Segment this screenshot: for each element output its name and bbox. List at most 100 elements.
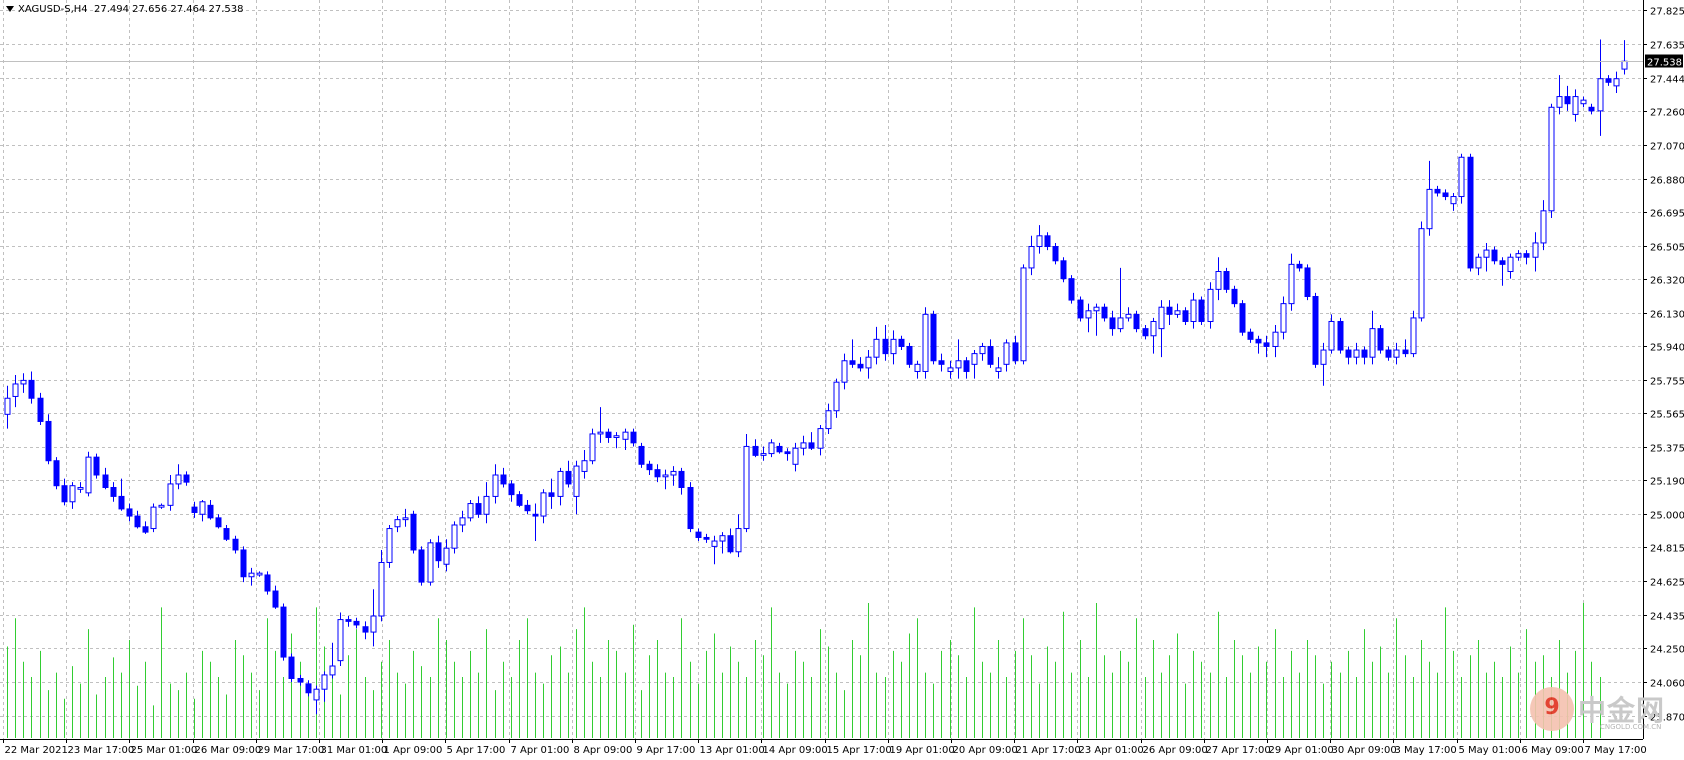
candle xyxy=(1337,317,1344,354)
candle-body-bull xyxy=(467,503,474,519)
time-label: 13 Apr 01:00 xyxy=(700,745,765,756)
candle xyxy=(1458,153,1465,204)
candle-body-bear xyxy=(1012,342,1019,362)
candle-body-bull xyxy=(4,397,11,415)
time-label: 3 May 17:00 xyxy=(1395,745,1457,756)
time-axis[interactable]: 22 Mar 2021 23 Mar 17:0025 Mar 01:0026 Ma… xyxy=(3,739,1647,756)
candle-body-bear xyxy=(207,504,214,519)
candle-body-bull xyxy=(1190,299,1197,322)
candle xyxy=(638,442,645,468)
candle-body-bull xyxy=(1003,342,1010,365)
candle-body-bull xyxy=(69,485,76,503)
candle-body-bull xyxy=(1117,317,1124,330)
candle-body-bull xyxy=(1085,310,1092,319)
candle-body-bear xyxy=(882,338,889,355)
candle-body-bull xyxy=(1125,313,1132,319)
candle-body-bull xyxy=(321,674,328,690)
time-label: 25 Mar 01:00 xyxy=(131,745,198,756)
candle-body-bear xyxy=(297,677,304,683)
candle-body-bull xyxy=(1280,303,1287,333)
time-label: 19 Apr 01:00 xyxy=(890,745,955,756)
candle-body-bull xyxy=(922,313,929,372)
time-label: 5 May 01:00 xyxy=(1459,745,1521,756)
candle-body-bear xyxy=(963,360,970,372)
price-label: 25.940 xyxy=(1650,343,1684,354)
candle-body-bull xyxy=(1450,196,1457,205)
candle-body-bear xyxy=(1231,288,1238,305)
candle-body-bull xyxy=(865,356,872,369)
candle-body-bear xyxy=(938,360,945,365)
price-label: 27.070 xyxy=(1650,142,1684,153)
candle xyxy=(467,499,474,522)
candle-body-bear xyxy=(1077,299,1084,319)
price-label: 26.880 xyxy=(1650,176,1684,187)
time-label: 23 Mar 17:00 xyxy=(68,745,135,756)
candle xyxy=(240,546,247,583)
candle-body-bear xyxy=(61,485,68,503)
candle xyxy=(1231,285,1238,308)
chart-menu-arrow-icon[interactable] xyxy=(6,6,14,12)
candle-body-bull xyxy=(1426,188,1433,230)
candle-body-bear xyxy=(646,463,653,471)
candle xyxy=(1020,264,1027,365)
candle-body-bear xyxy=(678,470,685,488)
candle-body-bull xyxy=(1572,96,1579,115)
candle-body-bull xyxy=(1540,210,1547,244)
candle-body-bear xyxy=(191,506,198,513)
candle-body-bear xyxy=(280,606,287,658)
candle xyxy=(264,571,271,595)
chart-window[interactable]: 27.825 27.635 27.444 27.260 27.070 26.880 26.6… xyxy=(0,0,1684,760)
candle xyxy=(45,414,52,465)
candle-body-bear xyxy=(264,574,271,592)
candle-body-bull xyxy=(1532,242,1539,258)
candle xyxy=(150,503,157,533)
candle-body-bull xyxy=(1020,267,1027,362)
candle-body-bear xyxy=(1385,349,1392,358)
candle-body-bull xyxy=(370,615,377,633)
candle-body-bull xyxy=(1621,60,1628,70)
candle-body-bull xyxy=(914,363,921,372)
candle xyxy=(1068,275,1075,304)
price-label: 24.815 xyxy=(1650,544,1684,555)
candle-body-bear xyxy=(410,513,417,551)
candle-body-bear xyxy=(1467,156,1474,269)
candle-body-bear xyxy=(353,620,360,626)
candle-body-bull xyxy=(995,367,1002,372)
current-price-tag: 27.538 xyxy=(1645,54,1683,69)
candle-body-bear xyxy=(703,536,710,540)
candle-body-bear xyxy=(240,549,247,578)
candle xyxy=(1548,103,1555,218)
candle-body-bull xyxy=(557,470,564,497)
candle-body-bear xyxy=(849,360,856,365)
candle-body-bull xyxy=(199,501,206,515)
candle-body-bull xyxy=(719,535,726,542)
candle-body-bear xyxy=(37,397,44,422)
candle-body-bear xyxy=(272,590,279,608)
candle-body-bear xyxy=(500,474,507,485)
candle xyxy=(1198,296,1205,326)
candle-body-bull xyxy=(1353,349,1360,358)
candle-body-bull xyxy=(1597,78,1604,112)
candle xyxy=(1410,310,1417,358)
candle-body-bull xyxy=(890,338,897,355)
ohlc-values: 27.494 27.656 27.464 27.538 xyxy=(94,4,244,15)
candle-body-bull xyxy=(1613,78,1620,87)
candle-body-bull xyxy=(1507,256,1514,273)
candle-body-bull xyxy=(313,688,320,701)
candle xyxy=(1239,300,1246,336)
symbol-timeframe: XAGUSD-S,H4 xyxy=(18,4,88,15)
candle-body-bull xyxy=(955,360,962,369)
price-chart[interactable]: 27.825 27.635 27.444 27.260 27.070 26.880 26.6… xyxy=(0,0,1684,760)
candle-body-bull xyxy=(1393,349,1400,358)
candle-body-bear xyxy=(1101,306,1108,319)
time-label: 30 Apr 09:00 xyxy=(1332,745,1397,756)
candle-body-bull xyxy=(947,367,954,372)
candle xyxy=(743,433,750,533)
price-label: 25.190 xyxy=(1650,477,1684,488)
candle-body-bear xyxy=(435,542,442,562)
price-axis[interactable]: 27.825 27.635 27.444 27.260 27.070 26.880 26.6… xyxy=(1643,7,1684,724)
candle-body-bull xyxy=(873,338,880,358)
candle-body-bear xyxy=(1402,349,1409,355)
watermark: 9 中金网 CNGOLD.COM.CN xyxy=(1530,687,1684,747)
candle-body-bull xyxy=(1093,306,1100,312)
